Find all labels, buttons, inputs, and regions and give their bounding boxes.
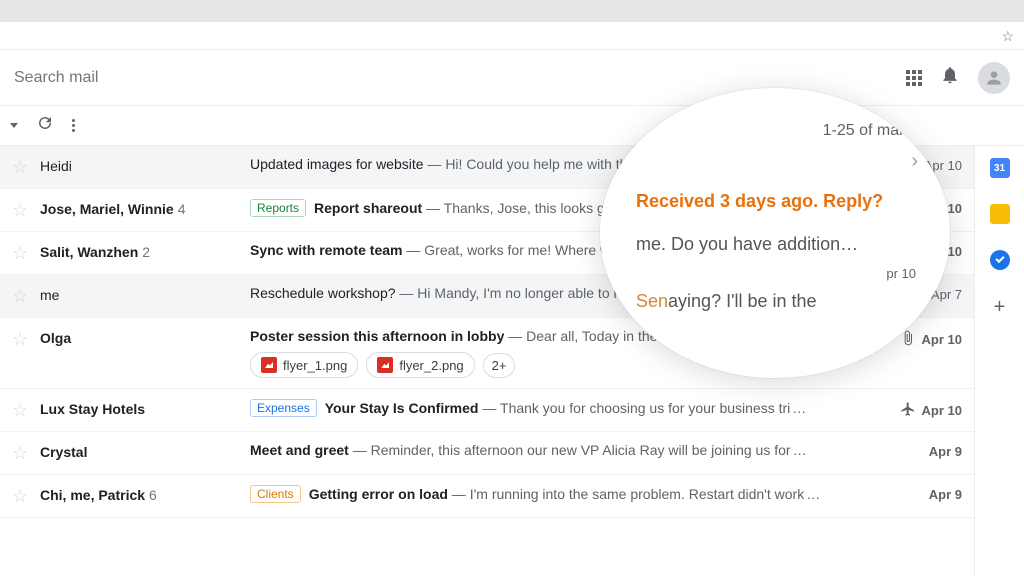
lens-snippet-line: me. Do you have addition…: [636, 234, 920, 255]
star-icon[interactable]: ☆: [12, 199, 40, 221]
mail-row[interactable]: ☆Chi, me, Patrick6Clients Getting error o…: [0, 475, 974, 518]
thread-count: 2: [142, 244, 150, 260]
thread-count: 6: [149, 487, 157, 503]
mail-main: Meet and greet — Reminder, this afternoo…: [250, 442, 882, 458]
star-icon[interactable]: ☆: [12, 485, 40, 507]
attachment-chip[interactable]: flyer_1.png: [250, 352, 358, 378]
attachment-name: flyer_1.png: [283, 358, 347, 373]
date: Apr 9: [929, 487, 962, 502]
date: Apr 10: [922, 332, 962, 347]
lens-date-hint: pr 10: [886, 266, 916, 281]
flight-icon: [900, 401, 916, 420]
attachment-icon: [900, 330, 916, 349]
snippet: — Reminder, this afternoon our new VP Al…: [349, 442, 791, 458]
subject: Updated images for website — Hi! Could y…: [250, 156, 670, 172]
star-icon[interactable]: ☆: [12, 399, 40, 421]
ellipsis: …: [793, 442, 807, 458]
add-addon-icon[interactable]: +: [994, 296, 1006, 319]
tasks-icon[interactable]: [990, 250, 1010, 270]
sender: Olga: [40, 328, 250, 346]
category-label[interactable]: Reports: [250, 199, 306, 217]
lens-nudge-text: Received 3 days ago. Reply?: [636, 191, 920, 212]
sender: Jose, Mariel, Winnie4: [40, 199, 250, 217]
calendar-icon[interactable]: 31: [990, 158, 1010, 178]
star-icon[interactable]: ☆: [12, 442, 40, 464]
sender: Salit, Wanzhen2: [40, 242, 250, 260]
mail-row[interactable]: ☆CrystalMeet and greet — Reminder, this …: [0, 432, 974, 475]
mail-meta: Apr 10: [882, 399, 962, 420]
side-panel: 31 +: [974, 146, 1024, 576]
chevron-right-icon[interactable]: ›: [636, 150, 920, 173]
snippet: — Thank you for choosing us for your bus…: [478, 400, 790, 416]
sender: Crystal: [40, 442, 250, 460]
mail-meta: Apr 9: [882, 485, 962, 502]
star-icon[interactable]: ☆: [12, 328, 40, 350]
pager-text: 1-25 of many: [636, 122, 920, 140]
date: Apr 10: [922, 403, 962, 418]
attachment-chip[interactable]: flyer_2.png: [366, 352, 474, 378]
header-icons: [906, 62, 1010, 94]
star-icon[interactable]: ☆: [12, 156, 40, 178]
thread-count: 4: [178, 201, 186, 217]
browser-chrome: [0, 0, 1024, 22]
subject: Reschedule workshop? — Hi Mandy, I'm no …: [250, 285, 675, 301]
subject: Your Stay Is Confirmed — Thank you for c…: [325, 400, 791, 416]
date: Apr 9: [929, 444, 962, 459]
notifications-icon[interactable]: [940, 65, 960, 90]
refresh-icon[interactable]: [36, 114, 54, 137]
subject: Meet and greet — Reminder, this afternoo…: [250, 442, 791, 458]
account-avatar[interactable]: [978, 62, 1010, 94]
ellipsis: …: [792, 400, 806, 416]
search-container: [14, 69, 906, 87]
more-icon[interactable]: [72, 119, 75, 132]
sender: Lux Stay Hotels: [40, 399, 250, 417]
keep-icon[interactable]: [990, 204, 1010, 224]
sender: Heidi: [40, 156, 250, 174]
mail-main: Clients Getting error on load — I'm runni…: [250, 485, 882, 503]
category-label[interactable]: Clients: [250, 485, 301, 503]
lens-snippet-line-2: Senaying? I'll be in the: [636, 291, 920, 312]
app-header: [0, 50, 1024, 106]
attachment-name: flyer_2.png: [399, 358, 463, 373]
sender: Chi, me, Patrick6: [40, 485, 250, 503]
image-file-icon: [261, 357, 277, 373]
bookmark-star-icon[interactable]: ☆: [1001, 28, 1014, 45]
category-label[interactable]: Expenses: [250, 399, 317, 417]
attachment-more-chip[interactable]: 2+: [483, 353, 516, 378]
subject: Getting error on load — I'm running into…: [309, 486, 805, 502]
snippet: — I'm running into the same problem. Res…: [448, 486, 804, 502]
apps-grid-icon[interactable]: [906, 70, 922, 86]
star-icon[interactable]: ☆: [12, 285, 40, 307]
image-file-icon: [377, 357, 393, 373]
magnifier-lens: 1-25 of many › Received 3 days ago. Repl…: [600, 88, 950, 378]
mail-meta: Apr 9: [882, 442, 962, 459]
browser-tab-bar: ☆: [0, 22, 1024, 50]
ellipsis: …: [806, 486, 820, 502]
mail-row[interactable]: ☆Lux Stay HotelsExpenses Your Stay Is Con…: [0, 389, 974, 432]
sender: me: [40, 285, 250, 303]
search-input[interactable]: [14, 69, 314, 87]
mail-main: Expenses Your Stay Is Confirmed — Thank y…: [250, 399, 882, 417]
select-dropdown-icon[interactable]: [10, 123, 18, 128]
star-icon[interactable]: ☆: [12, 242, 40, 264]
